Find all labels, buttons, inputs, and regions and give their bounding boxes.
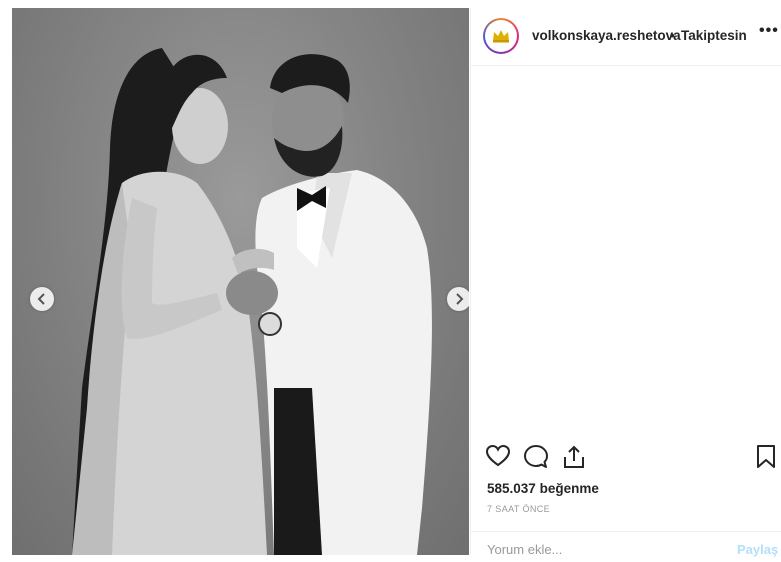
username-link[interactable]: volkonskaya.reshetova bbox=[532, 28, 681, 43]
following-status[interactable]: Takiptesin bbox=[681, 28, 747, 43]
chevron-right-icon bbox=[456, 293, 464, 305]
avatar[interactable] bbox=[483, 18, 519, 54]
post-header: volkonskaya.reshetova • Takiptesin ••• bbox=[471, 8, 781, 66]
comment-icon[interactable] bbox=[523, 444, 549, 475]
more-options-icon[interactable]: ••• bbox=[759, 22, 779, 40]
post-actions bbox=[471, 444, 781, 476]
heart-icon[interactable] bbox=[485, 444, 511, 473]
share-icon[interactable] bbox=[561, 444, 587, 475]
likes-number: 585.037 bbox=[487, 481, 536, 496]
prev-photo-button[interactable] bbox=[30, 287, 54, 311]
likes-label: beğenme bbox=[539, 481, 599, 496]
photo-illustration bbox=[72, 48, 432, 555]
left-margin bbox=[0, 0, 12, 555]
separator-dot: • bbox=[670, 28, 675, 43]
post-side-panel: volkonskaya.reshetova • Takiptesin ••• 5… bbox=[470, 8, 781, 557]
comment-section: Paylaş bbox=[471, 531, 781, 562]
post-timestamp[interactable]: 7 SAAT ÖNCE bbox=[487, 504, 550, 514]
bookmark-icon[interactable] bbox=[756, 444, 776, 475]
crown-icon bbox=[493, 30, 509, 43]
likes-count[interactable]: 585.037 beğenme bbox=[487, 481, 599, 496]
post-photo[interactable] bbox=[12, 8, 469, 555]
next-photo-button[interactable] bbox=[447, 287, 469, 311]
chevron-left-icon bbox=[37, 293, 45, 305]
